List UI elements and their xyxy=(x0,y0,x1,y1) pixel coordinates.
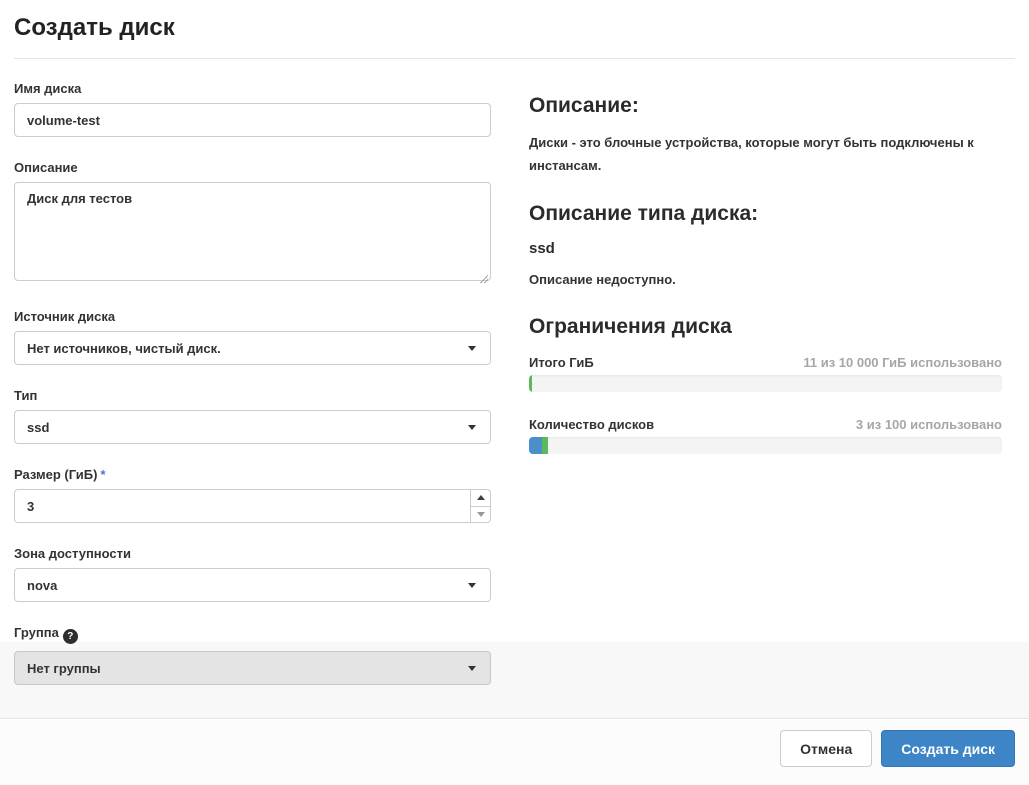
volume-type-value: ssd xyxy=(27,420,49,435)
dialog-footer: Отмена Создать диск xyxy=(0,720,1029,785)
volume-group-label: Группа? xyxy=(14,625,491,644)
volume-source-label: Источник диска xyxy=(14,309,491,324)
volume-name-group: Имя диска xyxy=(14,81,491,137)
volume-az-label: Зона доступности xyxy=(14,546,491,561)
volume-description-group: Описание Диск для тестов xyxy=(14,160,491,286)
quota-volumes-usage: 3 из 100 использовано xyxy=(856,417,1002,432)
quota-volumes-existing-bar xyxy=(529,437,542,454)
quota-gb-added-bar xyxy=(529,375,532,392)
quota-volumes-row: Количество дисков 3 из 100 использовано xyxy=(529,417,1002,432)
arrow-up-icon xyxy=(477,495,485,500)
quota-gb-row: Итого ГиБ 11 из 10 000 ГиБ использовано xyxy=(529,355,1002,370)
volume-size-label: Размер (ГиБ)* xyxy=(14,467,491,482)
quota-gb-usage: 11 из 10 000 ГиБ использовано xyxy=(803,355,1002,370)
volume-form: Имя диска Описание Диск для тестов Источ… xyxy=(14,81,491,708)
size-spinner xyxy=(470,489,491,523)
submit-button[interactable]: Создать диск xyxy=(881,730,1015,767)
volume-type-select[interactable]: ssd xyxy=(14,410,491,444)
spinner-down-button[interactable] xyxy=(470,506,491,524)
help-question-icon[interactable]: ? xyxy=(63,629,78,644)
help-type-description: Описание недоступно. xyxy=(529,269,1002,292)
volume-az-group: Зона доступности nova xyxy=(14,546,491,602)
volume-az-select[interactable]: nova xyxy=(14,568,491,602)
volume-type-group: Тип ssd xyxy=(14,388,491,444)
quota-gb-label: Итого ГиБ xyxy=(529,355,594,370)
quota-volumes-added-bar xyxy=(542,437,548,454)
volume-az-value: nova xyxy=(27,578,57,593)
quota-gb-progress xyxy=(529,375,1002,392)
help-description-heading: Описание: xyxy=(529,94,1002,118)
volume-source-group: Источник диска Нет источников, чистый ди… xyxy=(14,309,491,365)
volume-group-group: Группа? Нет группы xyxy=(14,625,491,685)
quota-volumes-label: Количество дисков xyxy=(529,417,654,432)
volume-size-group: Размер (ГиБ)* xyxy=(14,467,491,523)
volume-source-value: Нет источников, чистый диск. xyxy=(27,341,221,356)
volume-size-input[interactable] xyxy=(14,489,470,523)
chevron-down-icon xyxy=(468,666,476,671)
quota-volumes-progress xyxy=(529,437,1002,454)
help-description-text: Диски - это блочные устройства, которые … xyxy=(529,132,1002,178)
help-type-name: ssd xyxy=(529,240,1002,257)
cancel-button[interactable]: Отмена xyxy=(780,730,872,767)
volume-group-select: Нет группы xyxy=(14,651,491,685)
chevron-down-icon xyxy=(468,583,476,588)
dialog-title: Создать диск xyxy=(14,14,1015,42)
volume-type-label: Тип xyxy=(14,388,491,403)
volume-description-label: Описание xyxy=(14,160,491,175)
volume-group-value: Нет группы xyxy=(27,661,101,676)
dialog-header: Создать диск xyxy=(0,0,1029,59)
create-volume-dialog: Создать диск Имя диска Описание Диск для… xyxy=(0,0,1029,785)
chevron-down-icon xyxy=(468,346,476,351)
limits-heading: Ограничения диска xyxy=(529,315,1002,339)
help-panel: Описание: Диски - это блочные устройства… xyxy=(529,81,1002,708)
chevron-down-icon xyxy=(468,425,476,430)
volume-name-input[interactable] xyxy=(14,103,491,137)
arrow-down-icon xyxy=(477,512,485,517)
spinner-up-button[interactable] xyxy=(470,489,491,506)
help-type-heading: Описание типа диска: xyxy=(529,202,1002,226)
volume-name-label: Имя диска xyxy=(14,81,491,96)
volume-source-select[interactable]: Нет источников, чистый диск. xyxy=(14,331,491,365)
required-asterisk: * xyxy=(100,467,105,482)
volume-description-textarea[interactable]: Диск для тестов xyxy=(14,182,491,281)
